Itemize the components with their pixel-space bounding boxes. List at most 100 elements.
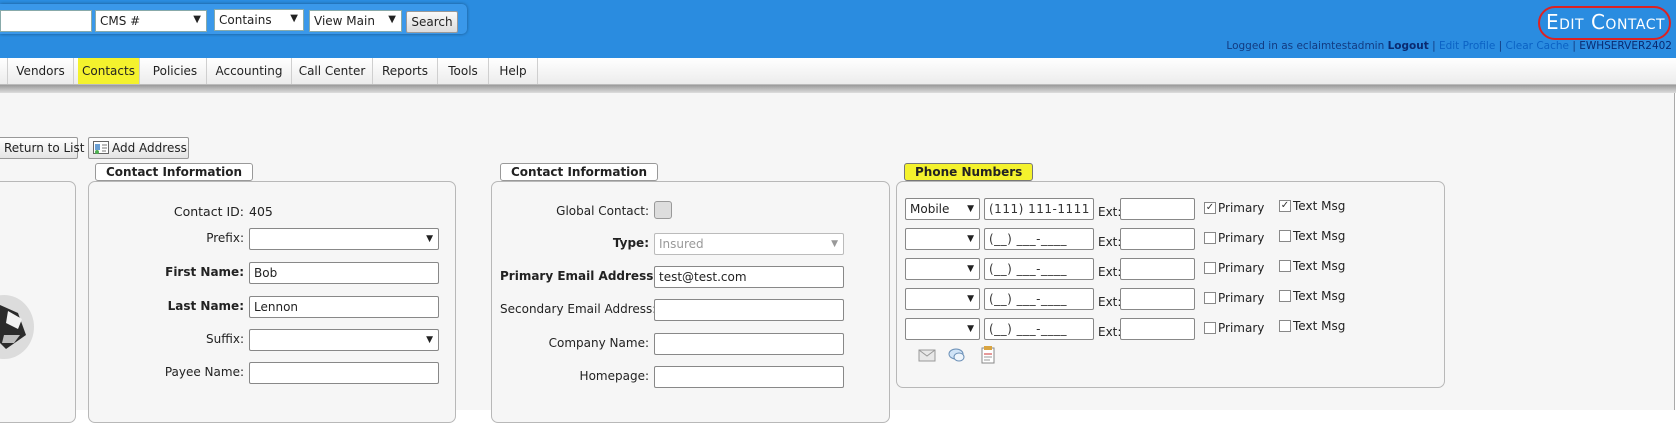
ext-input[interactable] bbox=[1120, 288, 1195, 310]
primary-label: Primary bbox=[1218, 231, 1265, 245]
primary-label: Primary bbox=[1218, 321, 1265, 335]
menu-vendors[interactable]: Vendors bbox=[8, 58, 74, 84]
ext-input[interactable] bbox=[1120, 228, 1195, 250]
add-address-label: Add Address bbox=[112, 141, 187, 155]
type-select[interactable]: Insured ▼ bbox=[654, 233, 844, 255]
text-msg-label: Text Msg bbox=[1293, 199, 1346, 213]
add-address-button[interactable]: Add Address bbox=[88, 137, 189, 159]
chevron-down-icon: ▼ bbox=[426, 335, 433, 345]
primary-checkbox[interactable] bbox=[1204, 232, 1216, 244]
global-contact-checkbox[interactable] bbox=[654, 201, 672, 219]
edit-profile-link[interactable]: Edit Profile bbox=[1439, 40, 1495, 52]
return-to-list-label: Return to List bbox=[4, 141, 85, 155]
ext-input[interactable] bbox=[1120, 258, 1195, 280]
menu-policies[interactable]: Policies bbox=[144, 58, 207, 84]
suffix-select[interactable]: ▼ bbox=[249, 329, 439, 351]
primary-email-input[interactable]: test@test.com bbox=[654, 266, 844, 288]
search-button[interactable]: Search bbox=[406, 11, 458, 33]
search-type-select[interactable]: CMS # ▼ bbox=[95, 10, 207, 32]
text-msg-checkbox[interactable] bbox=[1279, 320, 1291, 332]
menu-edge bbox=[0, 58, 8, 84]
chevron-down-icon: ▼ bbox=[967, 264, 974, 274]
company-name-input[interactable] bbox=[654, 333, 844, 355]
payee-name-input[interactable] bbox=[249, 362, 439, 384]
phone-type-select[interactable]: ▼ bbox=[905, 318, 980, 340]
chevron-down-icon: ▼ bbox=[967, 204, 974, 214]
search-view-value: View Main bbox=[314, 14, 375, 28]
chevron-down-icon: ▼ bbox=[967, 294, 974, 304]
phone-numbers-legend: Phone Numbers bbox=[904, 163, 1034, 181]
separator: | bbox=[1572, 40, 1576, 52]
contact-info-legend-1: Contact Information bbox=[95, 163, 254, 181]
first-name-label: First Name: bbox=[165, 265, 244, 279]
last-name-input[interactable]: Lennon bbox=[249, 296, 439, 318]
last-name-label: Last Name: bbox=[167, 299, 244, 313]
secondary-email-input[interactable] bbox=[654, 299, 844, 321]
first-name-input[interactable]: Bob bbox=[249, 262, 439, 284]
homepage-label: Homepage: bbox=[579, 369, 649, 383]
separator: | bbox=[1498, 40, 1503, 52]
chevron-down-icon: ▼ bbox=[967, 324, 974, 334]
email-icon[interactable] bbox=[918, 348, 936, 362]
clear-cache-link[interactable]: Clear Cache bbox=[1506, 40, 1569, 52]
main-menu: Vendors Contacts Policies Accounting Cal… bbox=[0, 58, 1676, 85]
chevron-down-icon: ▼ bbox=[388, 14, 396, 25]
search-input[interactable] bbox=[0, 10, 92, 32]
company-name-label: Company Name: bbox=[548, 336, 649, 350]
search-view-select[interactable]: View Main ▼ bbox=[309, 10, 402, 32]
search-match-select[interactable]: Contains ▼ bbox=[214, 9, 304, 31]
ext-input[interactable] bbox=[1120, 318, 1195, 340]
phone-type-select[interactable]: ▼ bbox=[905, 288, 980, 310]
primary-label: Primary bbox=[1218, 291, 1265, 305]
suffix-label: Suffix: bbox=[206, 332, 244, 346]
primary-checkbox[interactable] bbox=[1204, 292, 1216, 304]
ext-input[interactable] bbox=[1120, 198, 1195, 220]
search-match-value: Contains bbox=[219, 13, 272, 27]
main-content: Return to List Add Address Contact Infor… bbox=[0, 93, 1675, 423]
primary-checkbox[interactable] bbox=[1204, 322, 1216, 334]
text-msg-checkbox[interactable] bbox=[1279, 260, 1291, 272]
phone-number-input[interactable]: (__) ___-____ bbox=[984, 288, 1094, 310]
prefix-select[interactable]: ▼ bbox=[249, 228, 439, 250]
menu-shadow bbox=[0, 85, 1676, 93]
chevron-down-icon: ▼ bbox=[290, 13, 298, 24]
primary-checkbox[interactable] bbox=[1204, 262, 1216, 274]
page-title: Edit Contact bbox=[1546, 10, 1666, 34]
text-msg-checkbox[interactable]: ✓ bbox=[1279, 200, 1291, 212]
global-contact-label: Global Contact: bbox=[556, 204, 649, 218]
phone-type-select[interactable]: Mobile ▼ bbox=[905, 198, 980, 220]
text-msg-checkbox[interactable] bbox=[1279, 290, 1291, 302]
notepad-icon[interactable] bbox=[980, 346, 996, 364]
menu-accounting[interactable]: Accounting bbox=[207, 58, 292, 84]
primary-checkbox[interactable]: ✓ bbox=[1204, 202, 1216, 214]
logged-in-text: Logged in as eclaimtestadmin bbox=[1226, 40, 1385, 52]
payee-name-label: Payee Name: bbox=[164, 365, 244, 379]
type-value: Insured bbox=[659, 237, 704, 251]
phone-number-input[interactable]: (111) 111-1111 bbox=[984, 198, 1094, 220]
phone-number-input[interactable]: (__) ___-____ bbox=[984, 318, 1094, 340]
menu-help[interactable]: Help bbox=[489, 58, 538, 84]
return-to-list-button[interactable]: Return to List bbox=[0, 137, 84, 159]
text-msg-checkbox[interactable] bbox=[1279, 230, 1291, 242]
text-msg-label: Text Msg bbox=[1293, 319, 1346, 333]
text-msg-label: Text Msg bbox=[1293, 289, 1346, 303]
ext-label: Ext: bbox=[1098, 295, 1122, 309]
phone-number-input[interactable]: (__) ___-____ bbox=[984, 258, 1094, 280]
type-label: Type: bbox=[612, 236, 649, 250]
menu-call-center[interactable]: Call Center bbox=[292, 58, 373, 84]
separator: | bbox=[1432, 40, 1436, 52]
chat-bubble-icon[interactable] bbox=[948, 347, 966, 363]
phone-type-select[interactable]: ▼ bbox=[905, 258, 980, 280]
search-type-value: CMS # bbox=[100, 14, 141, 28]
homepage-input[interactable] bbox=[654, 366, 844, 388]
phone-number-input[interactable]: (__) ___-____ bbox=[984, 228, 1094, 250]
menu-contacts[interactable]: Contacts bbox=[78, 58, 140, 84]
contact-info-legend-2: Contact Information bbox=[500, 163, 659, 181]
phone-type-value: Mobile bbox=[910, 202, 950, 216]
contact-id-label: Contact ID: bbox=[173, 204, 244, 219]
menu-reports[interactable]: Reports bbox=[373, 58, 438, 84]
phone-type-select[interactable]: ▼ bbox=[905, 228, 980, 250]
menu-tools[interactable]: Tools bbox=[438, 58, 489, 84]
logout-link[interactable]: Logout bbox=[1388, 40, 1429, 52]
contact-id-value: 405 bbox=[249, 204, 273, 219]
